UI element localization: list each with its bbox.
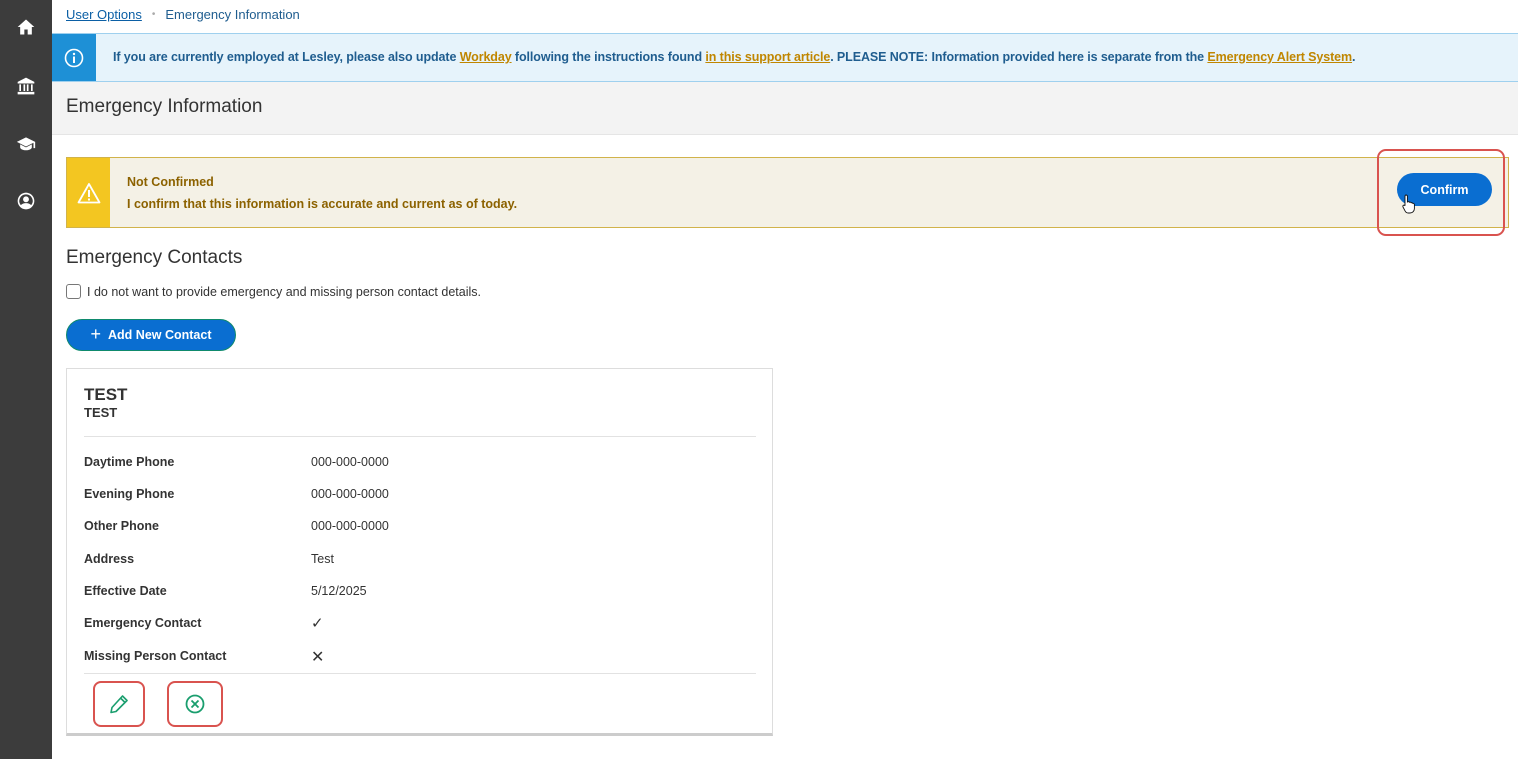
title-bar: Emergency Information	[52, 82, 1518, 135]
field-label: Emergency Contact	[84, 616, 202, 630]
field-value: Test	[311, 552, 334, 566]
field-value: 5/12/2025	[311, 584, 367, 598]
confirmation-message: I confirm that this information is accur…	[127, 197, 518, 211]
field-label: Address	[84, 552, 135, 566]
field-label: Evening Phone	[84, 487, 175, 501]
contact-relationship: TEST	[84, 405, 118, 420]
main-content: User Options • Emergency Information If …	[52, 0, 1518, 759]
warning-icon	[67, 158, 110, 227]
breadcrumb-current: Emergency Information	[165, 7, 300, 22]
contact-name: TEST	[84, 385, 128, 404]
card-divider	[84, 673, 756, 674]
side-nav-rail	[0, 0, 52, 759]
emergency-alert-system-link[interactable]: Emergency Alert System	[1207, 50, 1352, 64]
graduation-cap-icon	[16, 137, 36, 151]
pencil-icon	[110, 695, 128, 714]
profile-nav-button[interactable]	[0, 181, 52, 221]
edit-contact-button[interactable]	[93, 681, 145, 727]
optout-option: I do not want to provide emergency and m…	[66, 284, 481, 299]
check-icon: ✓	[311, 615, 324, 632]
x-mark-icon: ✕	[311, 649, 325, 666]
info-banner-text: If you are currently employed at Lesley,…	[113, 50, 1356, 64]
breadcrumb: User Options • Emergency Information	[66, 7, 300, 22]
page-title: Emergency Information	[66, 96, 263, 117]
workday-link[interactable]: Workday	[460, 50, 512, 64]
support-article-link[interactable]: in this support article	[705, 50, 830, 64]
info-banner: If you are currently employed at Lesley,…	[52, 33, 1518, 82]
add-new-contact-label: Add New Contact	[108, 328, 212, 342]
info-text-part: . PLEASE NOTE: Information provided here…	[830, 50, 1208, 64]
field-label: Other Phone	[84, 519, 160, 533]
contact-card: TEST TEST Daytime Phone 000-000-0000 Eve…	[66, 368, 773, 736]
field-value: 000-000-0000	[311, 519, 389, 533]
optout-label: I do not want to provide emergency and m…	[87, 284, 481, 299]
home-icon	[17, 19, 35, 35]
info-icon	[52, 34, 96, 81]
info-text-part: following the instructions found	[511, 50, 706, 64]
field-value: 000-000-0000	[311, 455, 389, 469]
home-nav-button[interactable]	[0, 7, 52, 47]
breadcrumb-separator: •	[151, 9, 156, 20]
add-new-contact-button[interactable]: + Add New Contact	[66, 319, 236, 351]
field-label: Missing Person Contact	[84, 649, 227, 663]
field-label: Effective Date	[84, 584, 167, 598]
user-circle-icon	[17, 192, 35, 210]
card-divider	[84, 436, 756, 437]
academics-nav-button[interactable]	[0, 124, 52, 164]
field-value: 000-000-0000	[311, 487, 389, 501]
plus-icon: +	[90, 324, 102, 344]
confirmation-status: Not Confirmed	[127, 175, 214, 189]
info-text-part: If you are currently employed at Lesley,…	[113, 50, 460, 64]
info-text-part: .	[1352, 50, 1356, 64]
close-circle-icon	[185, 694, 205, 714]
field-label: Daytime Phone	[84, 455, 175, 469]
optout-checkbox[interactable]	[66, 284, 81, 299]
delete-contact-button[interactable]	[167, 681, 223, 727]
confirmation-alert: Not Confirmed I confirm that this inform…	[66, 157, 1509, 228]
finance-nav-button[interactable]	[0, 66, 52, 106]
institution-icon	[17, 77, 35, 95]
breadcrumb-user-options-link[interactable]: User Options	[66, 7, 142, 22]
section-title-emergency-contacts: Emergency Contacts	[66, 247, 243, 268]
hand-cursor-icon	[1402, 194, 1415, 214]
